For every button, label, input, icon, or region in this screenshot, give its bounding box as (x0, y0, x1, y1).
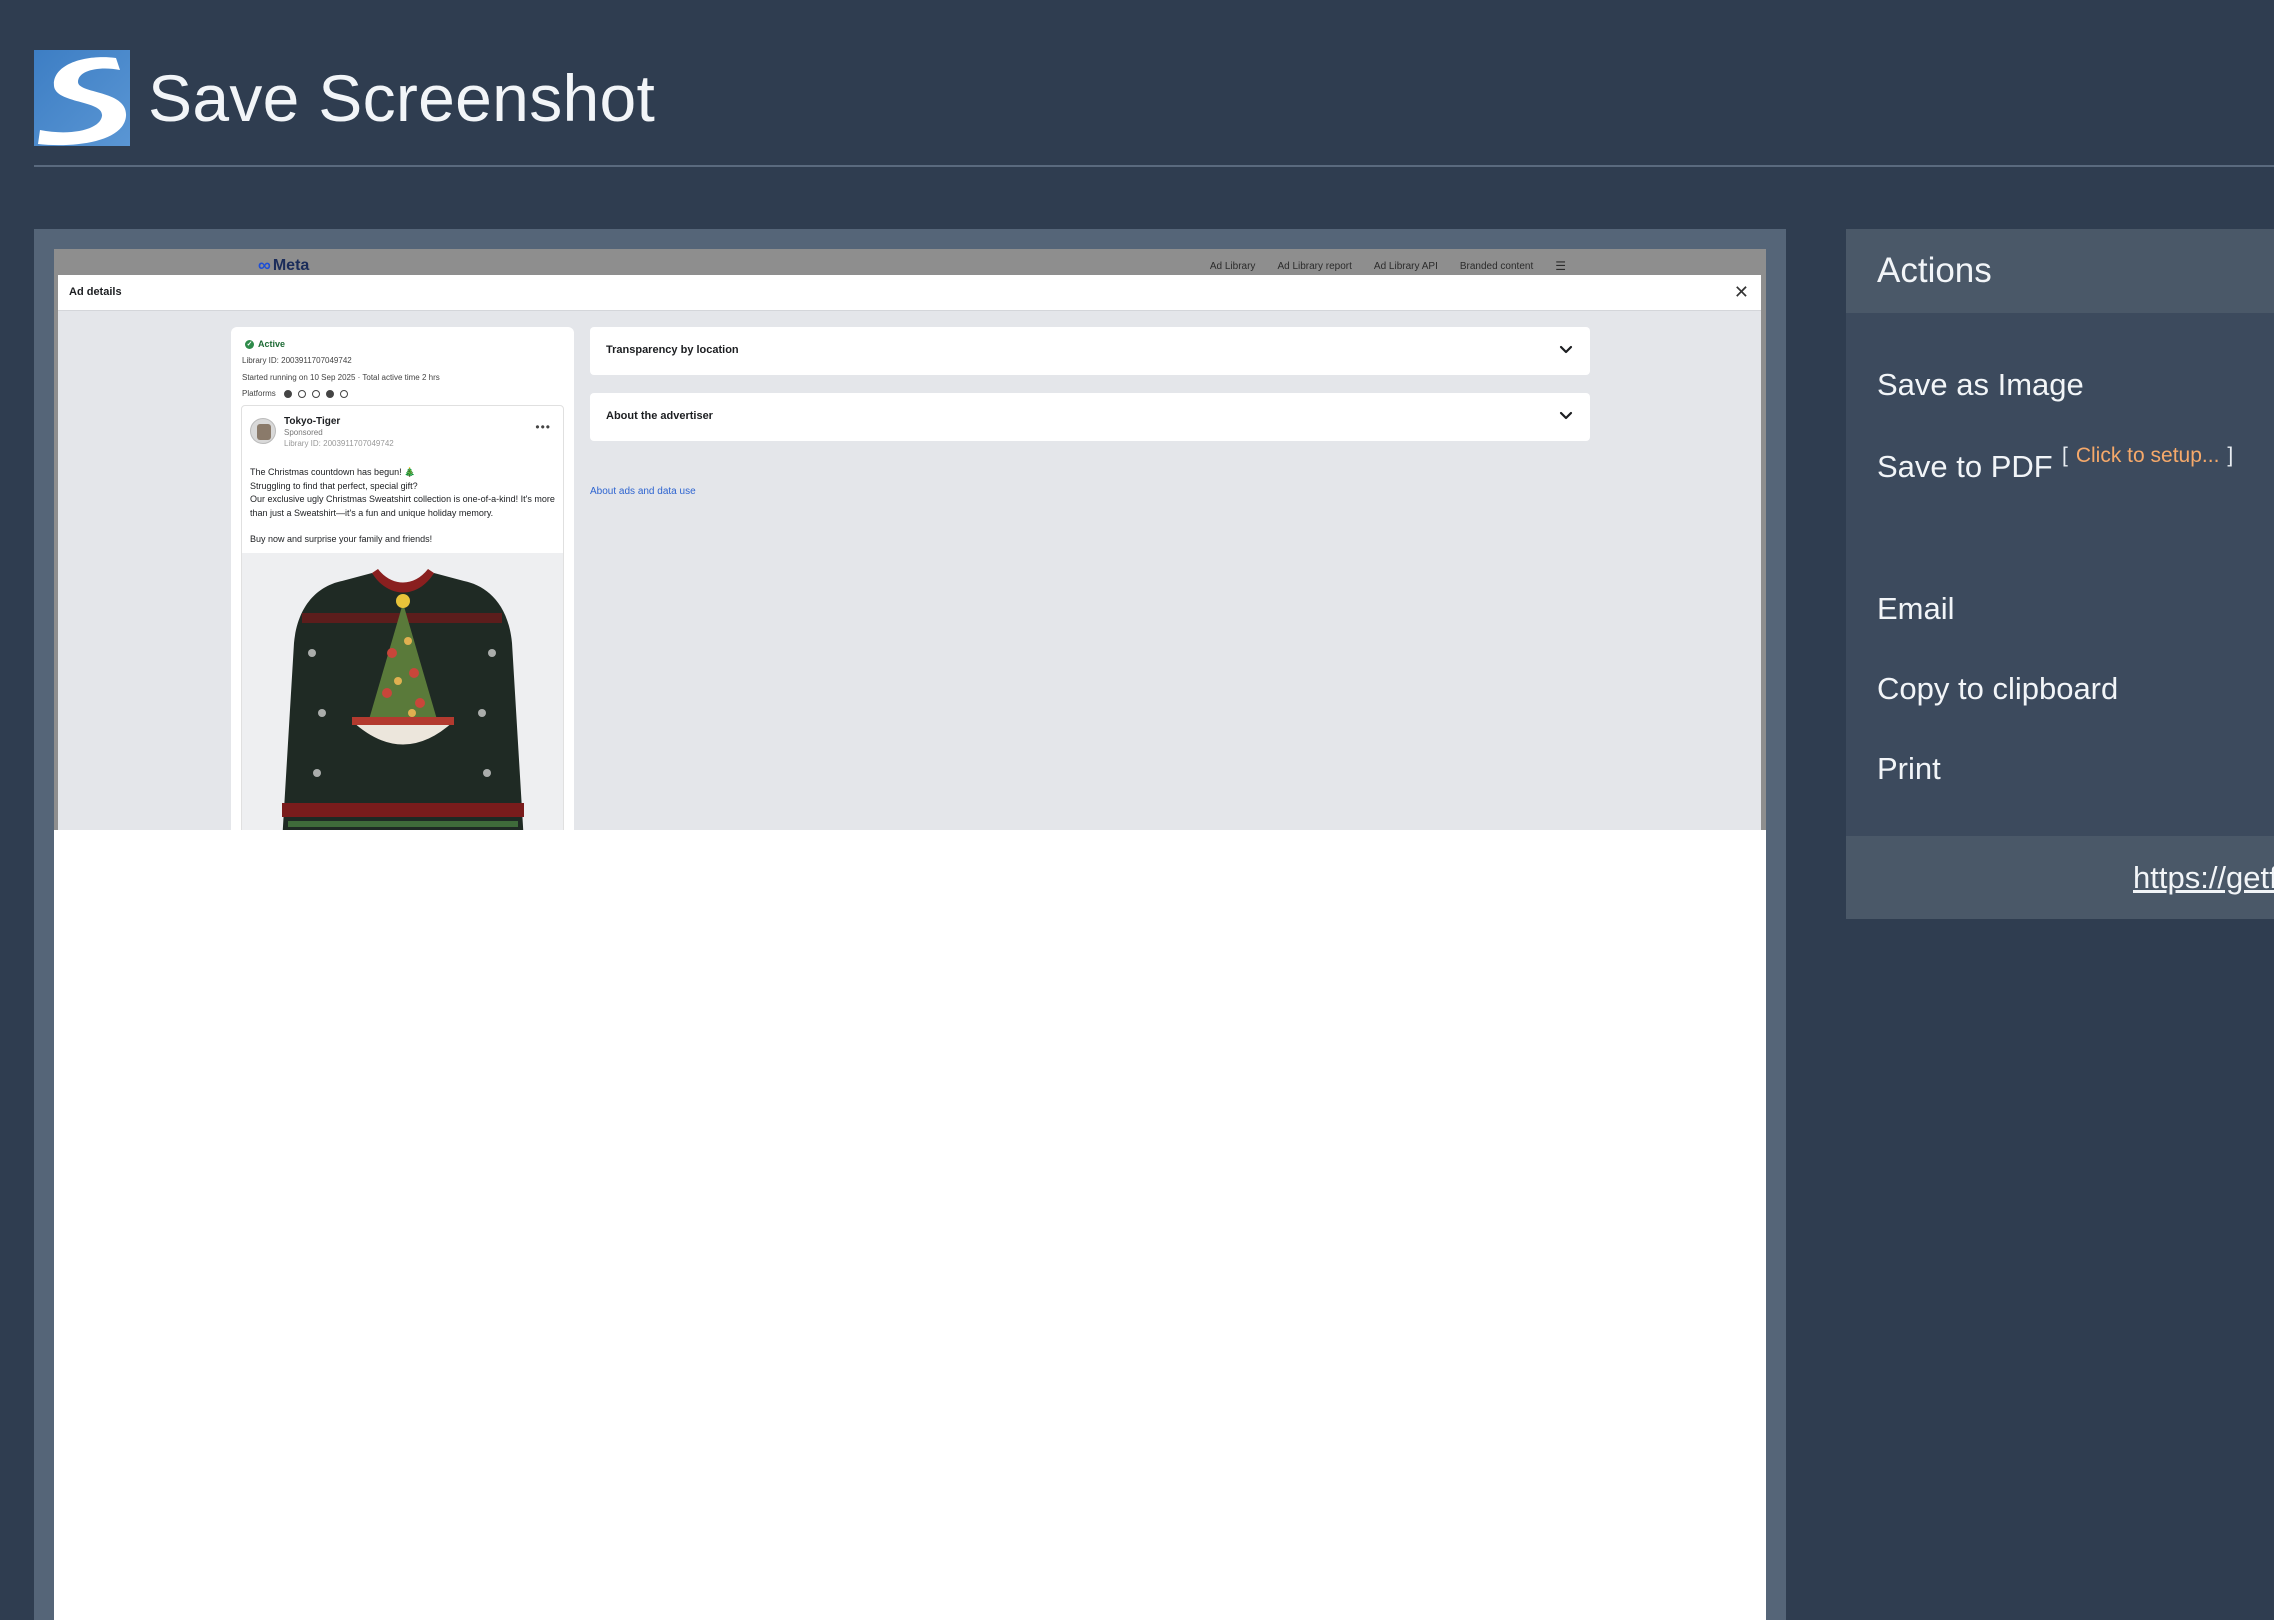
platform-icons (284, 389, 349, 398)
pdf-setup-link[interactable]: Click to setup... (2076, 444, 2220, 467)
meta-nav-ad-library-report: Ad Library report (1277, 261, 1352, 272)
instagram-icon (298, 389, 307, 398)
audience-network-icon (312, 389, 321, 398)
threads-icon (340, 389, 349, 398)
ad-card: ✓ Active Library ID: 2003911707049742 St… (231, 327, 574, 830)
pdf-setup: [ Click to setup...] (2062, 444, 2233, 468)
website-link[interactable]: https://getf (2133, 860, 2274, 896)
page-name: Tokyo-Tiger (284, 416, 341, 427)
post-library-id: Library ID: 2003911707049742 (284, 439, 394, 448)
meta-infinity-icon: ∞ (258, 255, 271, 275)
meta-nav-branded-content: Branded content (1459, 261, 1534, 272)
ad-body-line: Struggling to find that perfect, special… (250, 480, 418, 491)
check-icon: ✓ (245, 339, 254, 349)
app-header: Save Screenshot (34, 50, 655, 146)
avatar (250, 418, 276, 444)
bracket-open: [ (2062, 444, 2068, 467)
chevron-down-icon (1559, 411, 1573, 420)
save-as-image-button[interactable]: Save as Image (1877, 367, 2084, 403)
dialog-title: Ad details (69, 286, 122, 298)
ad-body-line: The Christmas countdown has begun! 🎄 (250, 467, 416, 477)
facebook-icon (284, 389, 293, 398)
chevron-down-icon (1559, 345, 1573, 354)
ad-post-preview: Tokyo-Tiger Sponsored Library ID: 200391… (241, 405, 564, 830)
meta-logo: ∞ Meta (258, 255, 309, 276)
section-label: Transparency by location (606, 344, 739, 356)
bracket-close: ] (2227, 444, 2234, 467)
ad-body-text: The Christmas countdown has begun! 🎄 Str… (250, 466, 562, 547)
platforms-label: Platforms (242, 389, 276, 398)
dialog-header: Ad details ✕ (58, 275, 1761, 311)
header-divider (34, 165, 2274, 167)
status-badge: ✓ Active (245, 339, 285, 349)
actions-footer: https://getf (1846, 836, 2274, 919)
meta-top-bar: ∞ Meta Ad Library Ad Library report Ad L… (54, 249, 1766, 275)
section-label: About the advertiser (606, 410, 713, 422)
screenshot-preview: ∞ Meta Ad Library Ad Library report Ad L… (54, 249, 1766, 1620)
print-button[interactable]: Print (1877, 751, 1941, 787)
s-logo-icon (34, 50, 130, 146)
meta-nav-ad-library-api: Ad Library API (1373, 261, 1438, 272)
meta-logo-text: Meta (272, 256, 310, 274)
status-text: Active (258, 339, 286, 349)
sweater-image (282, 569, 524, 830)
save-to-pdf-button[interactable]: Save to PDF (1877, 449, 2053, 485)
copy-to-clipboard-button[interactable]: Copy to clipboard (1877, 671, 2118, 707)
messenger-icon (326, 389, 335, 398)
app-title: Save Screenshot (148, 61, 656, 135)
ad-cta-line: Buy now and surprise your family and fri… (250, 534, 433, 544)
library-id: Library ID: 2003911707049742 (242, 356, 352, 365)
about-advertiser-section: About the advertiser (590, 393, 1590, 441)
email-button[interactable]: Email (1877, 591, 1955, 627)
hamburger-icon: ☰ (1555, 259, 1566, 273)
more-horizontal-icon: ••• (535, 420, 551, 434)
screenshot-preview-frame: ∞ Meta Ad Library Ad Library report Ad L… (34, 229, 1786, 1620)
run-info: Started running on 10 Sep 2025 · Total a… (242, 373, 440, 382)
meta-nav-ad-library: Ad Library (1209, 261, 1256, 272)
ad-image (242, 553, 563, 830)
about-ads-link: About ads and data use (590, 486, 696, 497)
actions-title: Actions (1877, 251, 1992, 290)
ad-details-dialog: Ad details ✕ ✓ Active Library ID: 200391… (58, 275, 1761, 830)
actions-header: Actions (1846, 229, 2274, 313)
close-icon: ✕ (1733, 282, 1749, 302)
ad-body-line: Our exclusive ugly Christmas Sweatshirt … (250, 494, 555, 518)
transparency-section: Transparency by location (590, 327, 1590, 375)
sponsored-label: Sponsored (284, 428, 323, 437)
platforms-row: Platforms (242, 389, 349, 398)
meta-nav: Ad Library Ad Library report Ad Library … (1209, 259, 1566, 273)
actions-panel: Actions Save as Image Save to PDF [ Click… (1846, 229, 2274, 919)
